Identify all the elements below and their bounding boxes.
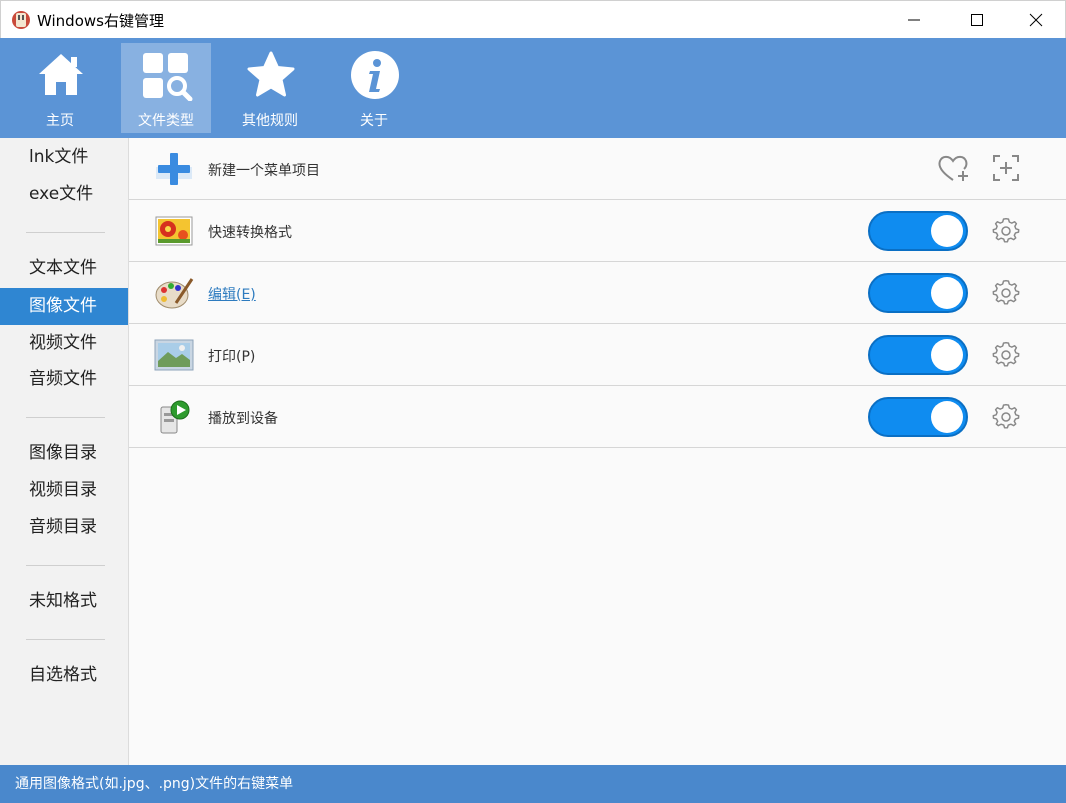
gear-icon[interactable] — [992, 217, 1020, 245]
enable-toggle[interactable] — [868, 335, 968, 375]
sidebar-item-lnk[interactable]: lnk文件 — [0, 139, 128, 176]
maximize-button[interactable] — [954, 1, 1000, 39]
toolbar-label: 主页 — [46, 113, 74, 129]
toolbar-label: 关于 — [360, 113, 388, 129]
toggle-knob — [931, 277, 963, 309]
sidebar-divider — [26, 639, 105, 640]
menu-item-row: 编辑(E) — [129, 262, 1066, 324]
app-logo-icon — [12, 11, 30, 29]
menu-items-list: 新建一个菜单项目 快速转换格式 编辑(E) 打印(P) 播放到设备 — [129, 138, 1066, 765]
sidebar: lnk文件 exe文件 文本文件 图像文件 视频文件 音频文件 图像目录 视频目… — [0, 138, 129, 765]
main-toolbar: 主页 文件类型 其他规则 关于 — [0, 38, 1066, 138]
add-plus-icon — [156, 153, 192, 185]
gear-icon[interactable] — [992, 403, 1020, 431]
maximize-icon — [971, 14, 983, 26]
sidebar-item-image[interactable]: 图像文件 — [0, 288, 128, 325]
new-menu-item-row[interactable]: 新建一个菜单项目 — [129, 138, 1066, 200]
home-icon — [39, 54, 83, 95]
info-icon — [351, 51, 399, 99]
landscape-picture-icon — [154, 339, 194, 371]
enable-toggle[interactable] — [868, 273, 968, 313]
menu-item-label: 快速转换格式 — [208, 225, 292, 241]
toolbar-label: 其他规则 — [242, 113, 298, 129]
toggle-knob — [931, 339, 963, 371]
enable-toggle[interactable] — [868, 397, 968, 437]
title-bar: Windows右键管理 — [0, 0, 1066, 38]
toolbar-about[interactable]: 关于 — [329, 43, 419, 133]
enable-toggle[interactable] — [868, 211, 968, 251]
sidebar-divider — [26, 417, 105, 418]
gear-icon[interactable] — [992, 341, 1020, 369]
sidebar-item-exe[interactable]: exe文件 — [0, 176, 128, 213]
sidebar-item-unknown[interactable]: 未知格式 — [0, 583, 128, 620]
sidebar-item-video-dir[interactable]: 视频目录 — [0, 472, 128, 509]
toggle-knob — [931, 401, 963, 433]
paint-palette-icon — [155, 278, 194, 309]
new-menu-item-label: 新建一个菜单项目 — [208, 163, 320, 179]
image-flowers-icon — [155, 216, 193, 246]
gear-icon[interactable] — [992, 279, 1020, 307]
close-icon — [1029, 13, 1043, 27]
sidebar-item-custom[interactable]: 自选格式 — [0, 657, 128, 694]
sidebar-item-audio-dir[interactable]: 音频目录 — [0, 509, 128, 546]
menu-item-label: 打印(P) — [208, 349, 256, 365]
sidebar-item-video[interactable]: 视频文件 — [0, 325, 128, 362]
sidebar-item-text[interactable]: 文本文件 — [0, 250, 128, 287]
minimize-button[interactable] — [891, 1, 937, 39]
toolbar-other-rules[interactable]: 其他规则 — [225, 43, 315, 133]
menu-item-row: 打印(P) — [129, 324, 1066, 386]
window-title: Windows右键管理 — [37, 12, 164, 30]
minimize-icon — [908, 19, 920, 21]
file-types-search-icon — [143, 53, 193, 101]
sidebar-item-image-dir[interactable]: 图像目录 — [0, 435, 128, 472]
sidebar-divider — [26, 232, 105, 233]
menu-item-row: 播放到设备 — [129, 386, 1066, 448]
add-item-icon[interactable] — [991, 153, 1021, 183]
play-to-device-icon — [160, 400, 190, 434]
menu-item-row: 快速转换格式 — [129, 200, 1066, 262]
star-icon — [247, 51, 295, 97]
toggle-knob — [931, 215, 963, 247]
menu-item-label: 播放到设备 — [208, 411, 278, 427]
favorite-add-icon[interactable] — [936, 153, 970, 185]
toolbar-home[interactable]: 主页 — [15, 43, 105, 133]
status-bar: 通用图像格式(如.jpg、.png)文件的右键菜单 — [0, 765, 1066, 803]
sidebar-item-audio[interactable]: 音频文件 — [0, 361, 128, 398]
toolbar-file-types[interactable]: 文件类型 — [121, 43, 211, 133]
toolbar-label: 文件类型 — [138, 113, 194, 129]
sidebar-divider — [26, 565, 105, 566]
close-button[interactable] — [1013, 1, 1059, 39]
menu-item-label: 编辑(E) — [208, 287, 256, 303]
